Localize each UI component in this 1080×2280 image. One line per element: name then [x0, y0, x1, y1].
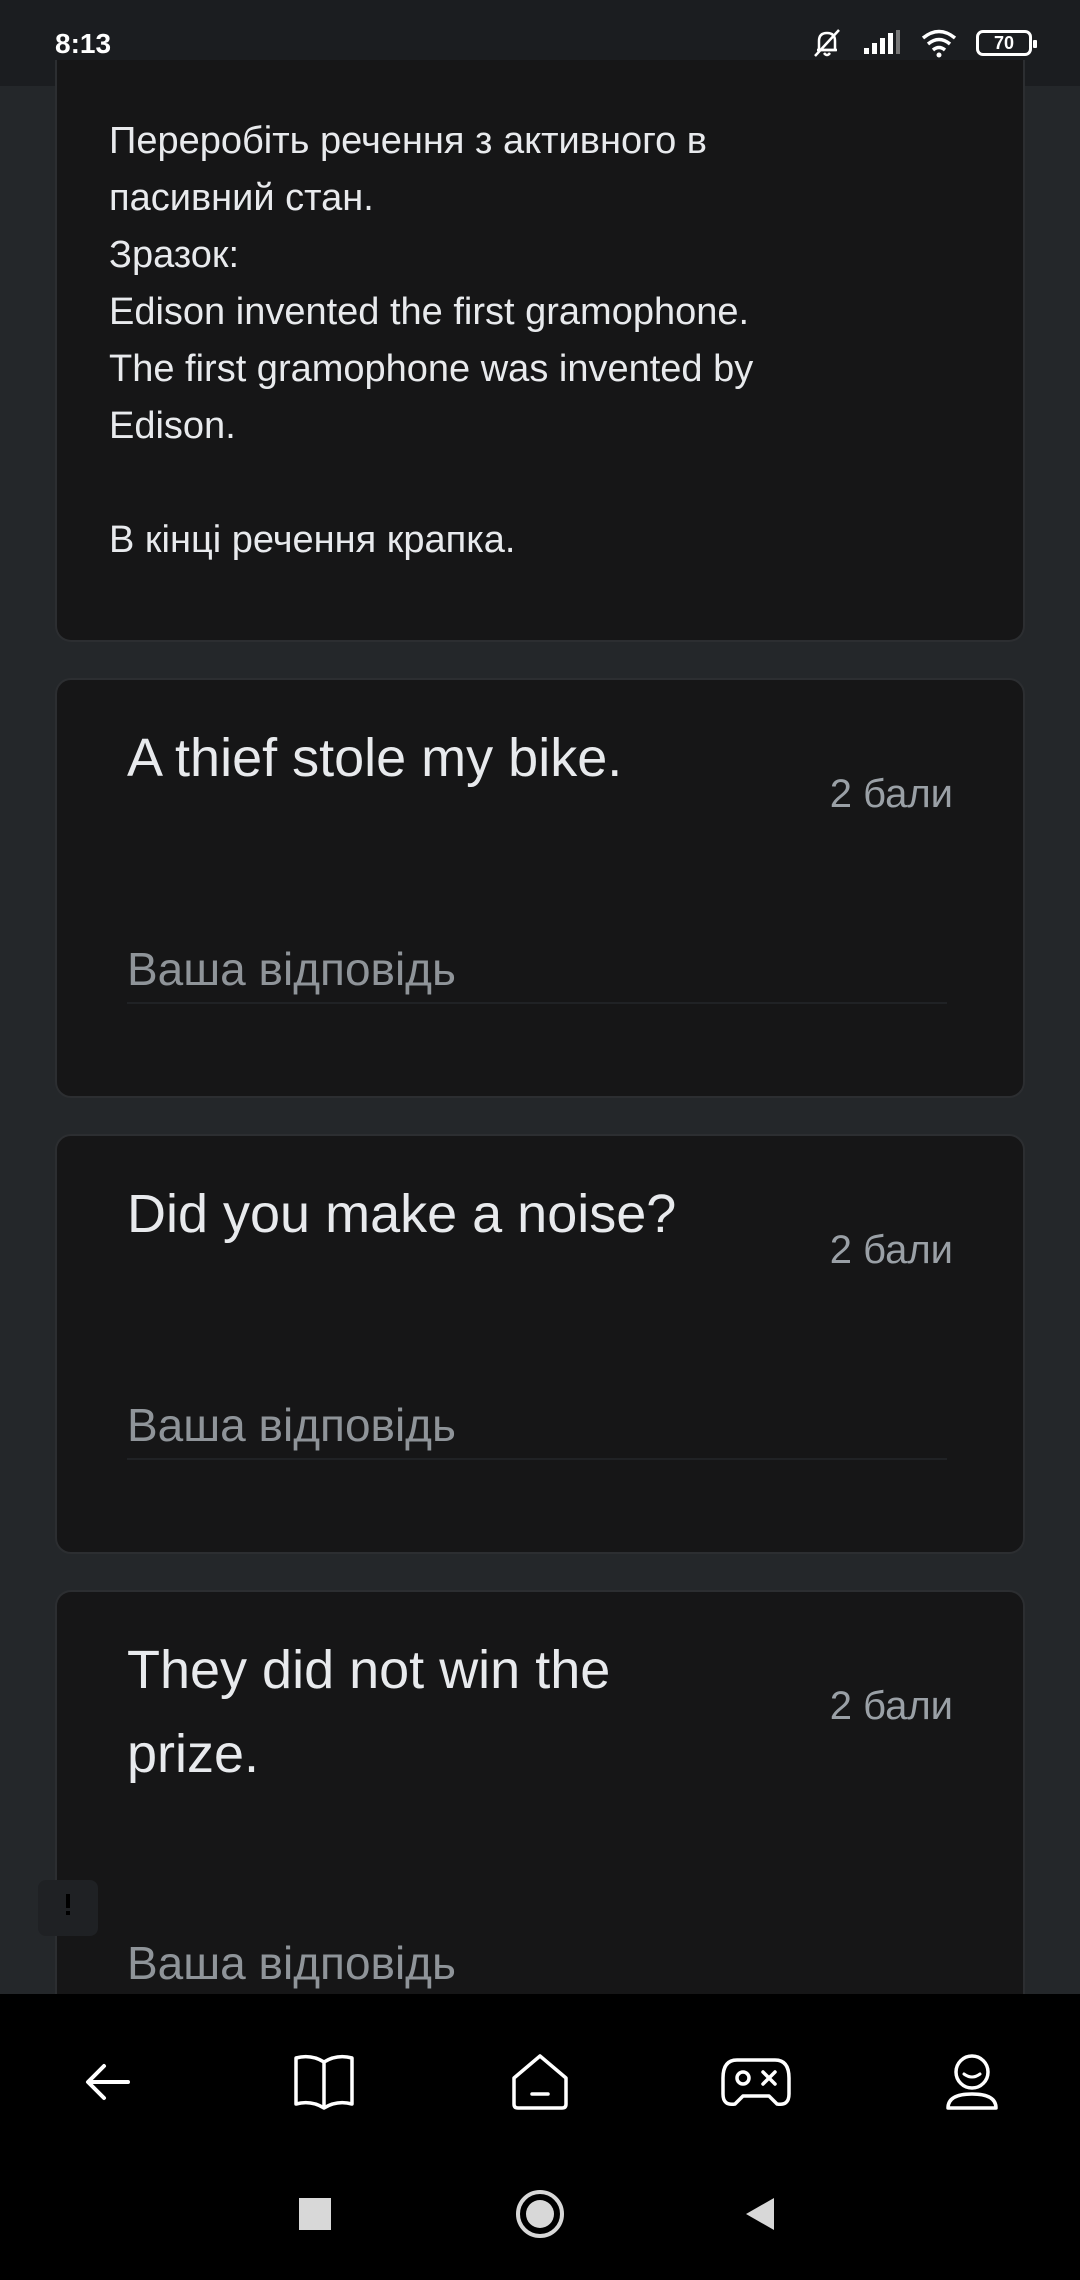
profile-icon: [946, 2054, 998, 2110]
gamepad-icon: [721, 2058, 791, 2107]
recents-square-icon: [299, 2198, 331, 2230]
home-circle-icon: [516, 2190, 564, 2238]
answer-input[interactable]: Ваша відповідь: [127, 942, 456, 996]
back-triangle-icon: [746, 2198, 774, 2230]
wifi-icon: [921, 29, 957, 58]
bell-off-icon: [814, 29, 840, 57]
bottom-navigation: [0, 1994, 1080, 2280]
answer-input[interactable]: Ваша відповідь: [127, 1398, 456, 1452]
status-time: 8:13: [55, 28, 112, 59]
book-icon: [294, 2054, 354, 2110]
question-title: Did you make a noise?: [127, 1172, 676, 1256]
instruction-line: Переробіть речення з активного в: [109, 120, 707, 162]
feedback-button[interactable]: [38, 1880, 98, 1936]
question-card: They did not win the prize. 2 бали Ваша …: [55, 1590, 1025, 2010]
battery-icon: 70: [976, 30, 1037, 56]
home-button[interactable]: [492, 2034, 588, 2130]
system-home-button[interactable]: [500, 2174, 580, 2254]
games-button[interactable]: [708, 2034, 804, 2130]
instruction-line: Edison.: [109, 405, 236, 447]
back-button[interactable]: [60, 2034, 156, 2130]
instruction-line: В кінці речення крапка.: [109, 519, 516, 561]
question-title-line: A thief stole my bike.: [127, 728, 623, 788]
home-icon: [512, 2054, 568, 2110]
answer-underline: [127, 1458, 947, 1460]
question-title: A thief stole my bike.: [127, 716, 622, 800]
system-back-button[interactable]: [720, 2174, 800, 2254]
question-card: Did you make a noise? 2 бали Ваша відпов…: [55, 1134, 1025, 1554]
recents-button[interactable]: [275, 2174, 355, 2254]
library-button[interactable]: [276, 2034, 372, 2130]
instruction-line: Edison invented the first gramophone.: [109, 291, 750, 333]
question-points: 2 бали: [829, 772, 953, 816]
instructions-card: Переробіть речення з активного в пасивни…: [55, 60, 1025, 642]
question-title: They did not win the prize.: [127, 1628, 610, 1796]
question-title-line: Did you make a noise?: [127, 1184, 677, 1244]
back-arrow-icon: [86, 2064, 130, 2100]
instruction-line: The first gramophone was invented by: [109, 348, 754, 390]
profile-button[interactable]: [924, 2034, 1020, 2130]
battery-level: 70: [993, 32, 1015, 53]
question-title-line: They did not win the: [127, 1640, 611, 1700]
answer-underline: [127, 1002, 947, 1004]
status-icons: 70: [810, 26, 1037, 60]
instruction-line: Зразок:: [109, 234, 240, 276]
feedback-icon: [46, 1886, 90, 1932]
question-points: 2 бали: [829, 1228, 953, 1272]
signal-icon: [864, 30, 900, 54]
answer-input[interactable]: Ваша відповідь: [127, 1936, 456, 1990]
instruction-line: пасивний стан.: [109, 177, 374, 219]
question-points: 2 бали: [829, 1684, 953, 1728]
question-card: A thief stole my bike. 2 бали Ваша відпо…: [55, 678, 1025, 1098]
question-title-line: prize.: [127, 1724, 260, 1784]
